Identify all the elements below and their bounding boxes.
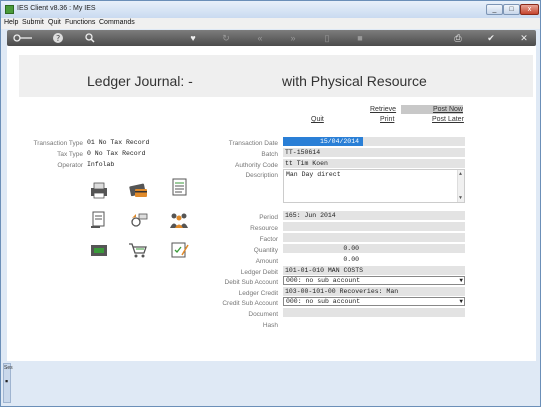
ledger-debit-label: Ledger Debit [240,269,278,276]
chevron-down-icon: ▼ [459,298,463,305]
main-content: Ledger Journal: - with Physical Resource… [7,46,536,361]
tax-type-label: Tax Type [57,151,83,158]
transfer-icon[interactable] [127,211,149,229]
ledger-debit-field[interactable]: 101-01-010 MAN COSTS [283,266,465,275]
description-label: Description [245,172,278,179]
batch-field[interactable]: TT-150614 [283,148,465,157]
retrieve-link[interactable]: Retrieve [370,106,396,113]
print-link[interactable]: Print [380,116,394,123]
chevron-down-icon: ▼ [459,277,463,284]
amount-label: Amount [255,258,278,265]
page-title: Ledger Journal: - [87,73,193,89]
forward-icon[interactable]: » [286,32,300,44]
period-label: Period [259,214,278,221]
menu-bar: Help Submit Quit Functions Commands [1,18,540,29]
factor-label: Factor [259,236,278,243]
ledger-credit-field[interactable]: 103-00-101-00 Recoveries: Man [283,287,465,296]
menu-commands[interactable]: Commands [99,19,135,26]
operator-label: Operator [57,162,83,169]
document-icon[interactable]: ▯ [320,32,334,44]
side-tab[interactable]: Ses ▪ [3,363,13,403]
quantity-label: Quantity [253,247,278,254]
checklist-edit-icon[interactable] [168,241,190,259]
description-text: Man Day direct [286,171,341,178]
period-field[interactable]: 165: Jun 2014 [283,211,465,220]
menu-quit[interactable]: Quit [48,19,61,26]
users-group-icon[interactable] [168,211,190,229]
toolbar: ? ♥ ↻ « » ▯ ■ ⎙ ✔ ✕ [7,30,536,46]
app-window: IES Client v8.36 : My IES _ □ x Help Sub… [0,0,541,407]
printer-icon[interactable] [88,181,110,199]
credit-sub-account-label: Credit Sub Account [222,300,278,307]
page-subtitle: with Physical Resource [282,73,427,89]
close-window-button[interactable]: x [520,4,539,15]
page-header: Ledger Journal: - with Physical Resource [19,55,533,97]
transaction-date-spacer [363,137,465,146]
credit-sub-account-value: 000: no sub account [286,298,361,305]
menu-submit[interactable]: Submit [22,19,44,26]
batch-label: Batch [261,151,278,158]
post-later-link[interactable]: Post Later [432,116,464,123]
app-logo-icon [5,5,14,14]
refresh-icon[interactable]: ↻ [219,32,233,44]
transaction-date-label: Transaction Date [228,140,278,147]
print-icon[interactable]: ⎙ [451,32,465,44]
post-now-link[interactable]: Post Now [433,106,463,113]
amount-field[interactable]: 0.00 [283,255,465,264]
quit-link[interactable]: Quit [311,116,324,123]
svg-text:?: ? [56,34,60,43]
description-scrollbar[interactable]: ▲ ▼ [457,170,464,202]
description-field[interactable]: Man Day direct ▲ ▼ [283,169,465,203]
hash-label: Hash [262,322,278,329]
menu-functions[interactable]: Functions [65,19,95,26]
document-label: Document [248,311,278,318]
search-icon[interactable] [83,32,97,44]
authority-code-label: Authority Code [235,162,278,169]
transaction-date-field[interactable]: 15/04/2014 [283,137,363,146]
status-bar [1,362,540,406]
stop-icon[interactable]: ■ [353,32,367,44]
debit-sub-account-select[interactable]: 000: no sub account ▼ [283,276,465,285]
debit-sub-account-label: Debit Sub Account [224,279,278,286]
back-icon[interactable]: « [253,32,267,44]
side-tab-label: Ses [4,365,13,371]
payment-card-icon[interactable] [127,181,149,199]
tax-type-value: 0 No Tax Record [87,150,146,157]
close-icon[interactable]: ✕ [517,32,531,44]
heart-icon[interactable]: ♥ [186,32,200,44]
key-icon[interactable] [12,32,34,44]
document-edit-icon[interactable] [88,211,110,229]
factor-field[interactable] [283,233,465,242]
debit-sub-account-value: 000: no sub account [286,277,361,284]
shopping-cart-icon[interactable] [127,241,149,259]
quantity-field[interactable]: 0.00 [283,244,465,253]
report-list-icon[interactable] [168,178,190,196]
credit-sub-account-select[interactable]: 000: no sub account ▼ [283,297,465,306]
document-field[interactable] [283,308,465,317]
title-bar: IES Client v8.36 : My IES _ □ x [1,1,540,18]
ledger-credit-label: Ledger Credit [238,290,278,297]
hash-field[interactable] [283,319,465,328]
resource-label: Resource [250,225,278,232]
ledger-card-icon[interactable] [88,241,110,259]
authority-code-field[interactable]: tt Tim Koen [283,159,465,168]
transaction-type-value: 01 No Tax Record [87,139,150,146]
maximize-button[interactable]: □ [503,4,520,15]
minimize-button[interactable]: _ [486,4,503,15]
menu-help[interactable]: Help [4,19,18,26]
help-icon[interactable]: ? [51,32,65,44]
resource-field[interactable] [283,222,465,231]
window-title: IES Client v8.36 : My IES [17,5,96,12]
side-tab-icon: ▪ [5,376,9,386]
transaction-type-label: Transaction Type [33,140,84,147]
operator-value: Infolab [87,161,115,168]
check-icon[interactable]: ✔ [484,32,498,44]
